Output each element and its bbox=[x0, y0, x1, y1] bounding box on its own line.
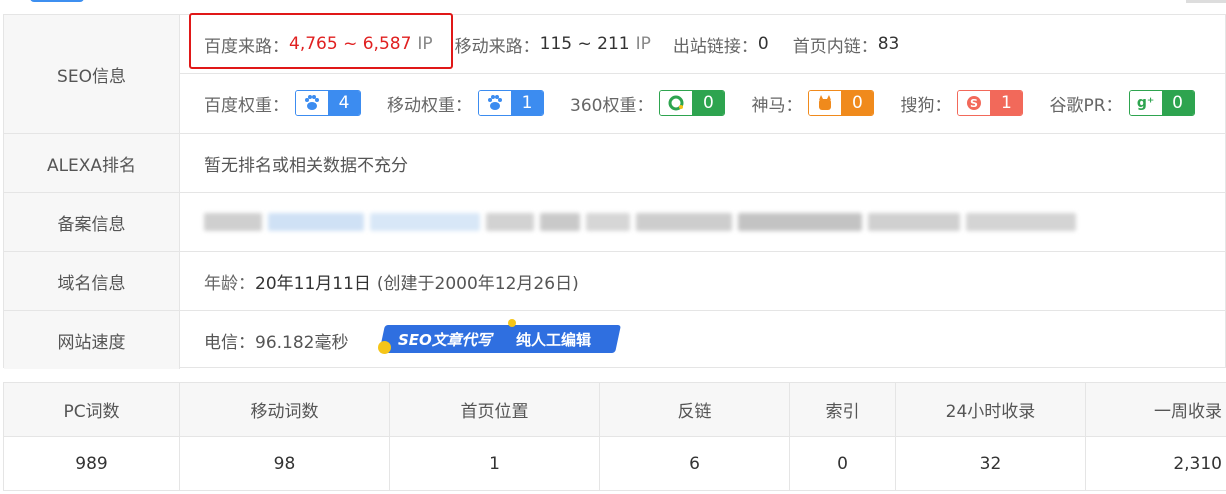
speed-value-text: 电信：96.182毫秒 bbox=[204, 333, 349, 353]
sogou-weight-badge[interactable]: S 1 bbox=[957, 90, 1024, 116]
domain-created-date: (创建于2000年12月26日) bbox=[376, 274, 579, 294]
google-pr-badge[interactable]: g⁺ 0 bbox=[1128, 90, 1195, 116]
index-value[interactable]: 0 bbox=[789, 436, 896, 491]
baidu-paw-icon bbox=[296, 91, 328, 115]
domain-age-value: 20年11月11日 bbox=[255, 274, 371, 294]
top-right-element bbox=[1186, 0, 1226, 3]
mobile-weight-badge[interactable]: 1 bbox=[478, 90, 544, 116]
home-inlinks-label: 首页内链： bbox=[792, 36, 878, 57]
speed-value: 电信：96.182毫秒 bbox=[204, 311, 348, 370]
mobile-traffic-value: 115 ~ 211 bbox=[539, 34, 630, 54]
mobile-paw-icon bbox=[479, 91, 511, 115]
ad-dot-decoration-small bbox=[508, 319, 516, 327]
weight-label-google: 谷歌PR： bbox=[1049, 95, 1123, 116]
seo-row: SEO信息 百度来路： 4,765 ~ 6,587 IP 移动来路： 115 ~… bbox=[4, 13, 1225, 133]
speed-row: 网站速度 电信：96.182毫秒 SEO文章代写 纯人工编辑 bbox=[4, 310, 1225, 369]
ad-dot-decoration bbox=[378, 341, 391, 354]
sogou-weight-value: 1 bbox=[990, 91, 1023, 115]
alexa-label: ALEXA排名 bbox=[4, 134, 180, 192]
keyword-stats-table: PC词数 移动词数 首页位置 反链 索引 24小时收录 一周收录 989 98 … bbox=[3, 382, 1226, 491]
icp-row: 备案信息 bbox=[4, 192, 1225, 251]
header-pc-words: PC词数 bbox=[3, 382, 180, 437]
header-home-position: 首页位置 bbox=[389, 382, 600, 437]
google-plus-icon: g⁺ bbox=[1129, 91, 1162, 115]
ad-right-text: 纯人工编辑 bbox=[516, 331, 592, 349]
alexa-value: 暂无排名或相关数据不充分 bbox=[204, 134, 408, 193]
header-mobile-words: 移动词数 bbox=[179, 382, 390, 437]
header-backlinks: 反链 bbox=[599, 382, 790, 437]
seo-weights-line: 百度权重： 4 移动权重： 1 360权重： 0 神马： 0 搜狗： S 1 谷… bbox=[204, 73, 1195, 133]
shenma-weight-value: 0 bbox=[841, 91, 874, 115]
domain-row: 域名信息 年龄： 20年11月11日 (创建于2000年12月26日) bbox=[4, 251, 1225, 310]
site-info-panel: SEO信息 百度来路： 4,765 ~ 6,587 IP 移动来路： 115 ~… bbox=[3, 13, 1226, 369]
mobile-traffic-label: 移动来路： bbox=[454, 36, 540, 57]
header-week-indexed: 一周收录 bbox=[1085, 382, 1226, 437]
icp-blurred-content bbox=[204, 193, 1082, 251]
weight-label-mobile: 移动权重： bbox=[387, 95, 472, 116]
top-tab-button[interactable] bbox=[30, 0, 84, 2]
home-position-value[interactable]: 1 bbox=[389, 436, 600, 491]
360-weight-badge[interactable]: 0 bbox=[659, 90, 726, 116]
domain-value: 年龄： 20年11月11日 (创建于2000年12月26日) bbox=[204, 252, 579, 311]
24h-indexed-value[interactable]: 32 bbox=[895, 436, 1086, 491]
baidu-weight-value: 4 bbox=[328, 91, 360, 115]
domain-label: 域名信息 bbox=[4, 252, 180, 310]
stats-header-row: PC词数 移动词数 首页位置 反链 索引 24小时收录 一周收录 bbox=[3, 382, 1226, 437]
backlinks-value[interactable]: 6 bbox=[599, 436, 790, 491]
svg-text:S: S bbox=[970, 97, 978, 110]
shenma-weight-badge[interactable]: 0 bbox=[808, 90, 875, 116]
weight-label-baidu: 百度权重： bbox=[204, 95, 289, 116]
google-pr-value: 0 bbox=[1161, 91, 1194, 115]
header-index: 索引 bbox=[789, 382, 896, 437]
alexa-row: ALEXA排名 暂无排名或相关数据不充分 bbox=[4, 133, 1225, 192]
weight-label-sogou: 搜狗： bbox=[900, 95, 952, 116]
outbound-links-label: 出站链接： bbox=[672, 36, 758, 57]
pc-words-value[interactable]: 989 bbox=[3, 436, 180, 491]
360-icon bbox=[660, 91, 693, 115]
sogou-icon: S bbox=[958, 91, 991, 115]
mobile-traffic-unit: IP bbox=[635, 34, 651, 54]
header-24h-indexed: 24小时收录 bbox=[895, 382, 1086, 437]
outbound-links-value: 0 bbox=[757, 34, 769, 54]
weight-label-shenma: 神马： bbox=[751, 95, 803, 116]
mobile-weight-value: 1 bbox=[511, 91, 543, 115]
home-inlinks-value: 83 bbox=[877, 34, 900, 54]
seo-label: SEO信息 bbox=[4, 15, 180, 133]
speed-label: 网站速度 bbox=[4, 311, 180, 369]
mobile-words-value[interactable]: 98 bbox=[179, 436, 390, 491]
seo-writing-ad-banner[interactable]: SEO文章代写 纯人工编辑 bbox=[378, 319, 621, 354]
stats-value-row: 989 98 1 6 0 32 2,310 bbox=[3, 436, 1226, 491]
shenma-icon bbox=[809, 91, 842, 115]
icp-label: 备案信息 bbox=[4, 193, 180, 251]
week-indexed-value[interactable]: 2,310 bbox=[1085, 436, 1226, 491]
weight-label-360: 360权重： bbox=[570, 95, 654, 116]
highlight-box bbox=[189, 13, 453, 69]
baidu-weight-badge[interactable]: 4 bbox=[295, 90, 361, 116]
domain-age-label: 年龄： bbox=[204, 274, 255, 294]
360-weight-value: 0 bbox=[692, 91, 725, 115]
alexa-value-text: 暂无排名或相关数据不充分 bbox=[204, 156, 408, 176]
ad-left-text: SEO文章代写 bbox=[398, 331, 492, 349]
